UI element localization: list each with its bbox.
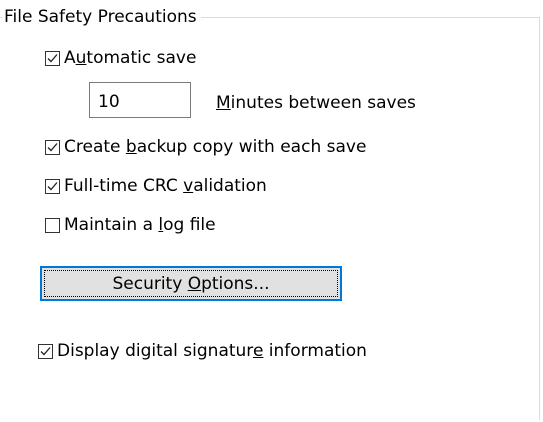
minutes-between-saves-label: Minutes between saves xyxy=(216,93,416,113)
automatic-save-checkbox[interactable]: Automatic save xyxy=(45,46,196,70)
checkbox-checked-icon xyxy=(45,178,60,194)
security-options-label: Security Options... xyxy=(112,273,270,294)
crc-validation-label: Full-time CRC validation xyxy=(64,176,267,196)
display-digital-signature-label: Display digital signature information xyxy=(57,341,367,361)
create-backup-label: Create backup copy with each save xyxy=(64,137,367,157)
checkbox-unchecked-icon xyxy=(45,217,60,233)
checkbox-checked-icon xyxy=(45,50,60,66)
group-title: File Safety Precautions xyxy=(2,6,201,28)
file-safety-panel: File Safety Precautions Automatic save M… xyxy=(0,0,543,422)
maintain-log-file-label: Maintain a log file xyxy=(64,215,216,235)
crc-validation-checkbox[interactable]: Full-time CRC validation xyxy=(45,174,267,198)
automatic-save-label: Automatic save xyxy=(64,48,197,68)
security-options-button[interactable]: Security Options... xyxy=(40,266,342,301)
display-digital-signature-checkbox[interactable]: Display digital signature information xyxy=(38,339,367,363)
minutes-between-saves-input[interactable] xyxy=(89,82,191,118)
checkbox-checked-icon xyxy=(45,139,60,155)
checkbox-checked-icon xyxy=(38,343,53,359)
create-backup-checkbox[interactable]: Create backup copy with each save xyxy=(45,135,366,159)
maintain-log-file-checkbox[interactable]: Maintain a log file xyxy=(45,213,216,237)
